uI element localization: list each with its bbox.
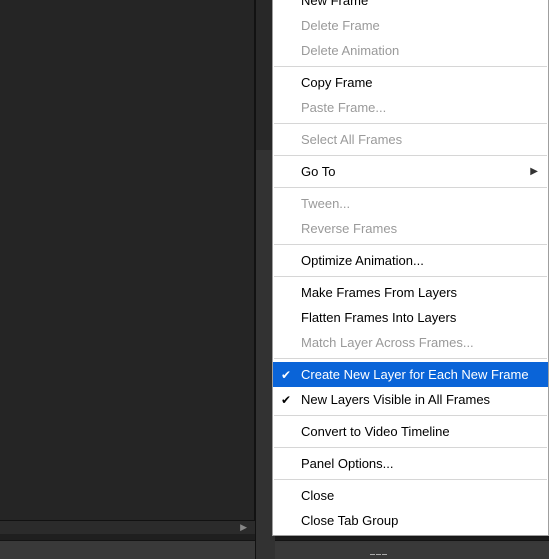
- menu-item-label: Match Layer Across Frames...: [301, 335, 474, 350]
- menu-separator: [274, 415, 547, 416]
- menu-separator: [274, 187, 547, 188]
- menu-item-new-frame[interactable]: New Frame: [273, 0, 548, 13]
- grip-icon: [370, 554, 390, 557]
- menu-item-create-new-layer-for-each-new-frame[interactable]: ✔ Create New Layer for Each New Frame: [273, 362, 548, 387]
- menu-item-label: Select All Frames: [301, 132, 402, 147]
- menu-item-optimize-animation[interactable]: Optimize Animation...: [273, 248, 548, 273]
- menu-item-label: Go To: [301, 164, 335, 179]
- menu-item-select-all-frames: Select All Frames: [273, 127, 548, 152]
- menu-item-label: Delete Frame: [301, 18, 380, 33]
- menu-item-label: Convert to Video Timeline: [301, 424, 450, 439]
- submenu-arrow-icon: ▶: [530, 166, 538, 177]
- menu-item-new-layers-visible-in-all-frames[interactable]: ✔ New Layers Visible in All Frames: [273, 387, 548, 412]
- menu-separator: [274, 276, 547, 277]
- menu-item-label: Delete Animation: [301, 43, 399, 58]
- menu-item-label: Make Frames From Layers: [301, 285, 457, 300]
- menu-separator: [274, 479, 547, 480]
- menu-item-label: Panel Options...: [301, 456, 394, 471]
- menu-item-label: Paste Frame...: [301, 100, 386, 115]
- menu-item-tween: Tween...: [273, 191, 548, 216]
- menu-item-delete-frame: Delete Frame: [273, 13, 548, 38]
- menu-item-label: Close: [301, 488, 334, 503]
- menu-item-paste-frame: Paste Frame...: [273, 95, 548, 120]
- menu-item-panel-options[interactable]: Panel Options...: [273, 451, 548, 476]
- menu-item-label: Close Tab Group: [301, 513, 398, 528]
- canvas-panel: [0, 0, 255, 520]
- menu-item-make-frames-from-layers[interactable]: Make Frames From Layers: [273, 280, 548, 305]
- menu-item-label: Optimize Animation...: [301, 253, 424, 268]
- timeline-flyout-menu: New Frame Delete Frame Delete Animation Cop…: [272, 0, 549, 536]
- menu-item-flatten-frames-into-layers[interactable]: Flatten Frames Into Layers: [273, 305, 548, 330]
- menu-item-close[interactable]: Close: [273, 483, 548, 508]
- menu-item-label: New Layers Visible in All Frames: [301, 392, 490, 407]
- menu-separator: [274, 66, 547, 67]
- menu-separator: [274, 358, 547, 359]
- menu-item-reverse-frames: Reverse Frames: [273, 216, 548, 241]
- menu-separator: [274, 155, 547, 156]
- menu-item-close-tab-group[interactable]: Close Tab Group: [273, 508, 548, 533]
- menu-item-go-to[interactable]: Go To ▶: [273, 159, 548, 184]
- menu-item-label: Reverse Frames: [301, 221, 397, 236]
- checkmark-icon: ✔: [281, 369, 291, 381]
- menu-item-convert-to-video-timeline[interactable]: Convert to Video Timeline: [273, 419, 548, 444]
- menu-item-label: New Frame: [301, 0, 368, 8]
- menu-separator: [274, 123, 547, 124]
- chevron-right-icon: ▶: [240, 522, 255, 533]
- menu-separator: [274, 244, 547, 245]
- menu-item-delete-animation: Delete Animation: [273, 38, 548, 63]
- menu-separator: [274, 447, 547, 448]
- menu-item-label: Create New Layer for Each New Frame: [301, 367, 529, 382]
- menu-item-copy-frame[interactable]: Copy Frame: [273, 70, 548, 95]
- menu-item-label: Flatten Frames Into Layers: [301, 310, 456, 325]
- panel-scrollbar[interactable]: ▶: [0, 520, 255, 534]
- menu-item-match-layer-across-frames: Match Layer Across Frames...: [273, 330, 548, 355]
- checkmark-icon: ✔: [281, 394, 291, 406]
- menu-item-label: Copy Frame: [301, 75, 373, 90]
- menu-item-label: Tween...: [301, 196, 350, 211]
